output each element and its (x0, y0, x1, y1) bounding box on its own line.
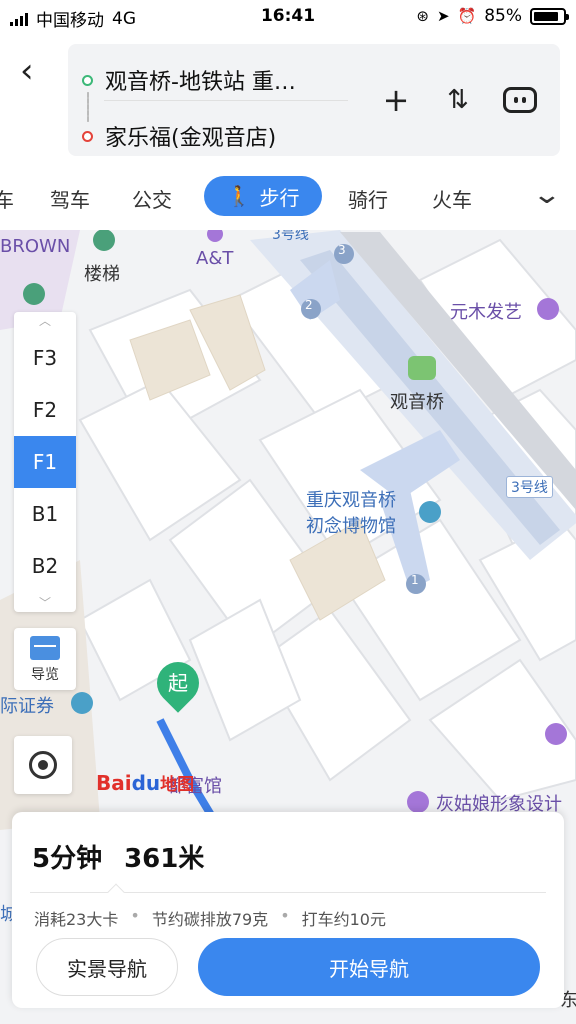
route-connector (87, 92, 89, 122)
chevron-down-icon[interactable]: ⌄ (532, 180, 563, 210)
poi-stairs[interactable]: 楼梯 (84, 260, 120, 286)
start-navigation-button[interactable]: 开始导航 (198, 938, 540, 996)
poi-museum-line2[interactable]: 初念博物馆 (306, 512, 396, 538)
floor-f1[interactable]: F1 (14, 436, 76, 488)
tab-taxi[interactable]: 车 (0, 184, 14, 213)
route-duration: 5分钟 (32, 844, 103, 874)
route-summary-sheet: 5分钟 361米 消耗23大卡 • 节约碳排放79克 • 打车约10元 实景导航… (12, 812, 564, 1008)
route-distance: 361米 (124, 844, 205, 874)
baidu-logo: Baidu地图 (96, 770, 194, 795)
walking-person-icon: 🚶 (226, 184, 252, 208)
route-summary: 5分钟 361米 (32, 838, 204, 875)
back-icon: ‹ (20, 51, 34, 91)
stat-calories: 消耗23大卡 (34, 910, 119, 929)
floor-selector: ︿ F3 F2 F1 B1 B2 ﹀ (14, 312, 76, 612)
status-bar: 中国移动 4G 16:41 ⊛ ➤ ⏰ 85% (0, 0, 576, 34)
rotation-lock-icon: ⊛ (416, 7, 429, 25)
stat-carbon: 节约碳排放79克 (151, 910, 269, 929)
locate-icon (29, 751, 57, 779)
poi-yuanmu[interactable]: 元木发艺 (450, 298, 522, 324)
stat-separator: • (130, 906, 140, 925)
locate-button[interactable] (14, 736, 72, 794)
tab-walk-label: 步行 (259, 185, 300, 210)
poi-guanyinqiao-station[interactable]: 观音桥 (390, 388, 444, 414)
destination-dot-icon (82, 130, 93, 142)
floor-b1[interactable]: B1 (14, 488, 76, 540)
floor-b2[interactable]: B2 (14, 540, 76, 592)
exit-1-label: 1 (411, 573, 419, 587)
switch-icon: ⇅ (447, 85, 469, 115)
swap-route-button[interactable]: ⇅ (440, 82, 476, 118)
scene-navigation-button[interactable]: 实景导航 (36, 938, 178, 996)
poi-securities[interactable]: 际证券 (0, 692, 54, 718)
poi-museum-line1[interactable]: 重庆观音桥 (306, 486, 396, 512)
robot-icon (503, 87, 537, 113)
route-header: ‹ 观音桥-地铁站 重… 家乐福(金观音店) + ⇅ (0, 34, 576, 170)
logo-map: 地图 (160, 775, 195, 795)
battery-percent: 85% (484, 6, 522, 26)
travel-mode-tabs: 车 驾车 公交 🚶 步行 骑行 火车 ⌄ (0, 170, 576, 230)
origin-label: 观音桥-地铁站 重… (105, 70, 296, 95)
tab-drive[interactable]: 驾车 (50, 184, 90, 213)
location-arrow-icon: ➤ (436, 7, 450, 25)
tab-bike[interactable]: 骑行 (348, 184, 388, 213)
guide-label: 导览 (31, 667, 59, 683)
tab-walk[interactable]: 🚶 步行 (204, 176, 322, 216)
route-box[interactable]: 观音桥-地铁站 重… 家乐福(金观音店) + ⇅ (68, 44, 560, 156)
floor-up-icon[interactable]: ︿ (14, 312, 76, 329)
route-destination[interactable]: 家乐福(金观音店) (82, 120, 276, 152)
route-origin[interactable]: 观音桥-地铁站 重… (82, 64, 296, 96)
destination-label: 家乐福(金观音店) (105, 126, 277, 151)
guide-button[interactable]: 导览 (14, 628, 76, 690)
line-label-right: 3号线 (506, 476, 553, 498)
stat-separator: • (280, 906, 290, 925)
guide-icon (30, 636, 60, 660)
poi-brown[interactable]: BROWN (0, 236, 70, 257)
back-button[interactable]: ‹ (20, 54, 52, 88)
floor-f2[interactable]: F2 (14, 384, 76, 436)
alarm-icon: ⏰ (457, 7, 477, 25)
start-marker[interactable]: 起 (148, 653, 208, 713)
exit-3-label: 3 (338, 243, 346, 257)
logo-bai: Bai (96, 771, 132, 795)
exit-2-label: 2 (305, 298, 313, 312)
route-divider (104, 100, 348, 101)
stat-taxi: 打车约10元 (301, 910, 386, 929)
battery-icon (530, 7, 569, 25)
tab-transit[interactable]: 公交 (132, 184, 172, 213)
plus-icon: + (382, 81, 410, 119)
logo-du: du (131, 771, 161, 795)
tab-train[interactable]: 火车 (432, 184, 472, 213)
floor-down-icon[interactable]: ﹀ (14, 594, 76, 611)
add-waypoint-button[interactable]: + (378, 81, 414, 119)
assistant-button[interactable] (502, 82, 538, 118)
origin-dot-icon (82, 74, 93, 86)
start-marker-label: 起 (168, 671, 188, 695)
floor-f3[interactable]: F3 (14, 332, 76, 384)
route-stats: 消耗23大卡 • 节约碳排放79克 • 打车约10元 (34, 906, 386, 930)
poi-at[interactable]: A&T (196, 248, 233, 269)
sheet-notch (107, 883, 125, 901)
